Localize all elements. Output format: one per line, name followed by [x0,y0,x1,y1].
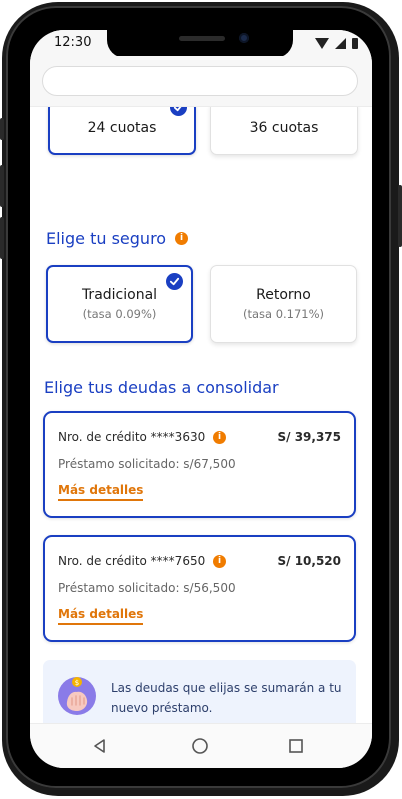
debt-amount: S/ 39,375 [277,430,341,444]
camera-notch [107,30,293,58]
side-button-power [398,185,402,247]
insurance-option-label: Retorno [256,287,311,303]
insurance-option-label: Tradicional [81,287,158,303]
insurance-option-retorno[interactable]: Retorno (tasa 0.171%) [210,265,357,343]
details-link[interactable]: Más detalles [58,483,144,501]
side-button-volume-down [0,217,4,259]
triangle-back-icon [94,739,105,753]
nav-back-button[interactable] [88,734,112,758]
status-icons [315,36,358,50]
debts-title: Elige tus deudas a consolidar [44,378,279,397]
insurance-option-rate: (tasa 0.171%) [242,307,325,321]
address-input[interactable] [42,66,358,96]
debt-card[interactable]: Nro. de crédito ****7650 i S/ 10,520 Pré… [43,535,356,642]
credit-number: Nro. de crédito ****3630 [58,430,206,444]
svg-text:$: $ [75,679,79,687]
hand-coin-icon: $ [58,677,96,715]
battery-icon [352,37,358,49]
installment-option-label: 36 cuotas [249,120,319,136]
debt-amount: S/ 10,520 [277,554,341,568]
browser-bar [30,56,372,107]
side-button-mute [0,118,4,140]
speaker-grille [179,36,225,41]
signal-icon [335,37,346,49]
installment-option-label: 24 cuotas [87,120,157,136]
page-content: 24 cuotas 36 cuotas Elige tu seguro i Tr… [30,107,372,723]
phone-screen: 12:30 24 cuotas 36 cuotas Elige tu segur… [30,30,372,768]
insurance-option-rate: (tasa 0.09%) [82,307,157,321]
side-button-volume-up [0,165,4,207]
notice-text: Las deudas que elijas se sumarán a tu nu… [111,681,342,715]
check-icon [166,273,183,290]
nav-recent-button[interactable] [284,734,308,758]
requested-loan: Préstamo solicitado: s/56,500 [58,581,236,595]
info-icon[interactable]: i [213,555,226,568]
info-icon[interactable]: i [213,431,226,444]
credit-number: Nro. de crédito ****7650 [58,554,206,568]
debt-card[interactable]: Nro. de crédito ****3630 i S/ 39,375 Pré… [43,411,356,518]
installment-option-36[interactable]: 36 cuotas [210,107,358,155]
details-link[interactable]: Más detalles [58,607,144,625]
front-camera [239,33,249,43]
nav-home-button[interactable] [188,734,212,758]
info-notice: $ Las deudas que elijas se sumarán a tu … [43,660,356,723]
android-nav-bar [30,723,372,768]
wifi-icon [315,37,329,49]
insurance-title: Elige tu seguro [46,229,167,248]
square-recent-icon [289,739,303,753]
circle-home-icon [192,738,208,754]
requested-loan: Préstamo solicitado: s/67,500 [58,457,236,471]
status-time: 12:30 [54,35,92,50]
info-icon[interactable]: i [175,232,188,245]
